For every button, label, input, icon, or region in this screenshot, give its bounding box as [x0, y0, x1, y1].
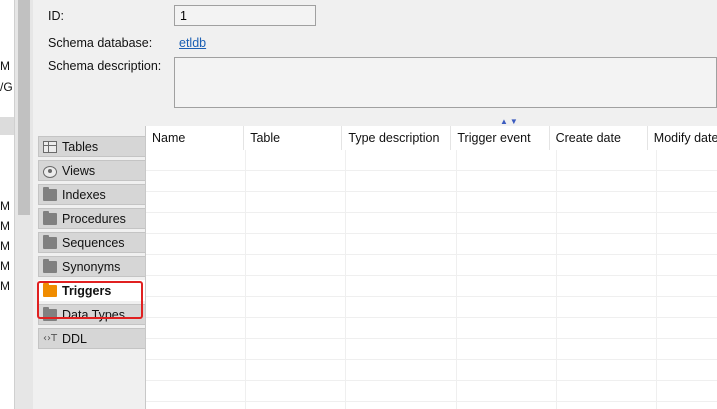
schema-description-label: Schema description:	[48, 59, 162, 73]
tab-label: Data Types	[62, 307, 126, 322]
left-fragment-text: /G	[0, 80, 13, 94]
left-selected-row[interactable]	[0, 117, 14, 135]
folder-icon	[43, 306, 57, 321]
tab-triggers[interactable]: Triggers	[38, 280, 145, 301]
tab-label: Procedures	[62, 211, 126, 226]
column-header-type-description[interactable]: Type description	[342, 126, 452, 150]
table-row[interactable]	[146, 255, 717, 276]
table-row[interactable]	[146, 339, 717, 360]
left-fragment-text: M	[0, 259, 10, 273]
tab-label: Views	[62, 163, 96, 178]
table-row[interactable]	[146, 297, 717, 318]
tab-data-types[interactable]: Data Types	[38, 304, 145, 325]
tab-label: Triggers	[62, 283, 112, 298]
column-header-trigger-event[interactable]: Trigger event	[451, 126, 550, 150]
tab-label: DDL	[62, 331, 88, 346]
tab-indexes[interactable]: Indexes	[38, 184, 145, 205]
column-header-modify-date[interactable]: Modify date	[648, 126, 717, 150]
schema-database-link[interactable]: etldb	[179, 36, 206, 50]
column-header-create-date[interactable]: Create date	[550, 126, 648, 150]
tab-sequences[interactable]: Sequences	[38, 232, 145, 253]
tab-ddl[interactable]: ‹›T DDL	[38, 328, 145, 349]
table-row[interactable]	[146, 381, 717, 402]
table-row[interactable]	[146, 360, 717, 381]
tab-label: Sequences	[62, 235, 125, 250]
grid-column-line	[656, 150, 657, 409]
schema-description-field[interactable]	[174, 57, 717, 108]
id-field[interactable]	[174, 5, 316, 26]
id-label: ID:	[48, 9, 64, 23]
column-header-table[interactable]: Table	[244, 126, 343, 150]
folder-icon	[43, 234, 57, 249]
folder-icon	[43, 258, 57, 273]
folder-icon	[43, 210, 57, 225]
tab-views[interactable]: Views	[38, 160, 145, 181]
object-tabs: Tables Views Indexes Procedures Sequence…	[38, 136, 145, 352]
table-row[interactable]	[146, 234, 717, 255]
grid-header: Name Table Type description Trigger even…	[146, 126, 717, 150]
tab-label: Tables	[62, 139, 99, 154]
grid-column-line	[245, 150, 246, 409]
table-row[interactable]	[146, 213, 717, 234]
tab-label: Indexes	[62, 187, 106, 202]
left-panel-remnant: M /G M M M M M	[0, 0, 14, 409]
grid-column-line	[556, 150, 557, 409]
schema-database-label: Schema database:	[48, 36, 153, 50]
tab-synonyms[interactable]: Synonyms	[38, 256, 145, 277]
left-fragment-text: M	[0, 59, 10, 73]
splitter-arrows-icon[interactable]: ▲▼	[500, 118, 520, 126]
tab-label: Synonyms	[62, 259, 121, 274]
left-fragment-text: M	[0, 199, 10, 213]
table-row[interactable]	[146, 171, 717, 192]
scrollbar-thumb[interactable]	[18, 0, 30, 215]
left-scrollbar[interactable]	[14, 0, 33, 409]
table-icon	[43, 140, 57, 153]
left-fragment-text: M	[0, 219, 10, 233]
folder-icon	[43, 282, 57, 297]
table-row[interactable]	[146, 150, 717, 171]
table-row[interactable]	[146, 192, 717, 213]
ddl-icon: ‹›T	[43, 332, 58, 344]
grid-column-line	[456, 150, 457, 409]
grid-column-line	[345, 150, 346, 409]
column-header-name[interactable]: Name	[146, 126, 245, 150]
left-fragment-text: M	[0, 279, 10, 293]
triggers-grid[interactable]: Name Table Type description Trigger even…	[145, 126, 717, 409]
folder-icon	[43, 186, 57, 201]
table-row[interactable]	[146, 318, 717, 339]
eye-icon	[43, 165, 57, 178]
tab-tables[interactable]: Tables	[38, 136, 145, 157]
tab-procedures[interactable]: Procedures	[38, 208, 145, 229]
table-row[interactable]	[146, 276, 717, 297]
left-fragment-text: M	[0, 239, 10, 253]
